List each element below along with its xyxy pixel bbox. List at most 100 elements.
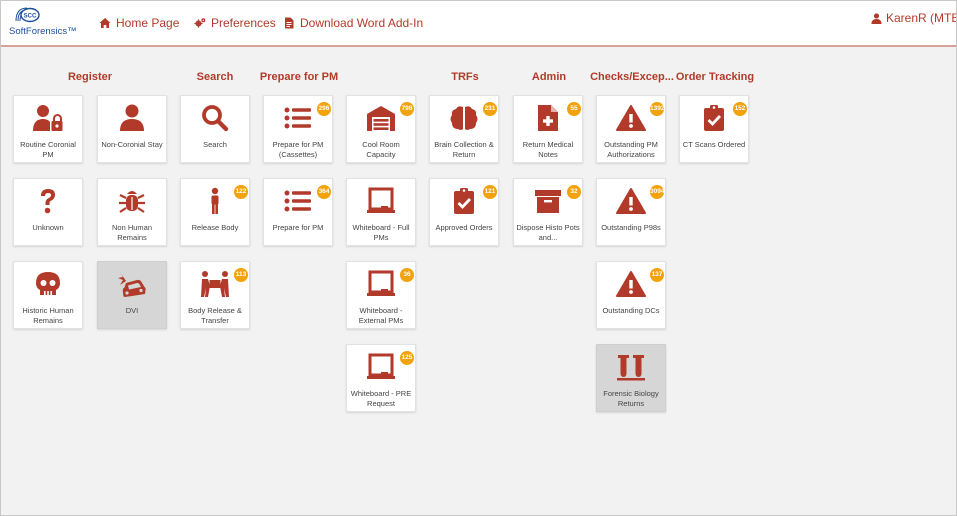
tile-label: DVI bbox=[125, 306, 139, 315]
count-badge: 122 bbox=[234, 185, 248, 199]
count-badge: 231 bbox=[483, 102, 497, 116]
tile-label: Approved Orders bbox=[435, 223, 493, 232]
tile-cool-room-capacity[interactable]: 798 Cool Room Capacity bbox=[346, 95, 416, 163]
warning-icon bbox=[616, 104, 646, 132]
tile-label: Non Human Remains bbox=[111, 223, 153, 242]
car-crash-icon bbox=[117, 270, 147, 298]
tile-body-release-transfer[interactable]: 113 Body Release & Transfer bbox=[180, 261, 250, 329]
tile-outstanding-p98s[interactable]: 3094 Outstanding P98s bbox=[596, 178, 666, 246]
tile-label: Outstanding DCs bbox=[602, 306, 660, 315]
tile-label: Whiteboard - Full PMs bbox=[352, 223, 410, 242]
tile-label: Non-Coronial Stay bbox=[101, 140, 163, 149]
tile-label: Whiteboard - External PMs bbox=[358, 306, 404, 325]
tile-label: Return Medical Notes bbox=[522, 140, 574, 159]
tile-label: Brain Collection & Return bbox=[434, 140, 494, 159]
nav-download-word-addin[interactable]: Download Word Add-In bbox=[283, 16, 423, 30]
nav-preferences[interactable]: Preferences bbox=[194, 16, 276, 30]
tile-unknown[interactable]: Unknown bbox=[13, 178, 83, 246]
file-medical-icon bbox=[533, 104, 563, 132]
count-badge: 296 bbox=[317, 102, 331, 116]
softforensics-logo[interactable]: SCC SoftForensics™ bbox=[9, 5, 79, 41]
tile-label: Forensic Biology Returns bbox=[603, 389, 659, 408]
gears-icon bbox=[194, 18, 206, 28]
tile-release-body[interactable]: 122 Release Body bbox=[180, 178, 250, 246]
nav-download-label: Download Word Add-In bbox=[300, 16, 424, 30]
tile-label: CT Scans Ordered bbox=[682, 140, 746, 149]
count-badge: 113 bbox=[234, 268, 248, 282]
tile-routine-coronial-pm[interactable]: Routine Coronial PM bbox=[13, 95, 83, 163]
warning-icon bbox=[616, 187, 646, 215]
count-badge: 3094 bbox=[650, 185, 664, 199]
tile-outstanding-dcs[interactable]: 137 Outstanding DCs bbox=[596, 261, 666, 329]
tile-brain-collection-return[interactable]: 231 Brain Collection & Return bbox=[429, 95, 499, 163]
tile-historic-human-remains[interactable]: Historic Human Remains bbox=[13, 261, 83, 329]
vials-icon bbox=[616, 353, 646, 381]
list-icon bbox=[283, 104, 313, 132]
home-icon bbox=[99, 18, 111, 28]
search-icon bbox=[200, 104, 230, 132]
tile-non-human-remains[interactable]: Non Human Remains bbox=[97, 178, 167, 246]
tile-label: Routine Coronial PM bbox=[20, 140, 76, 159]
count-badge: 137 bbox=[650, 268, 664, 282]
question-icon bbox=[33, 187, 63, 215]
tile-label: Prepare for PM bbox=[272, 223, 324, 232]
warehouse-icon bbox=[366, 104, 396, 132]
user-name: KarenR (MTECH bbox=[886, 11, 956, 25]
tile-label: Body Release & Transfer bbox=[188, 306, 242, 325]
clipboard-check-icon bbox=[449, 187, 479, 215]
count-badge: 32 bbox=[567, 185, 581, 199]
chalkboard-icon bbox=[366, 270, 396, 298]
user-menu[interactable]: KarenR (MTECH bbox=[871, 11, 956, 25]
clipboard-check-icon bbox=[699, 104, 729, 132]
list-icon bbox=[283, 187, 313, 215]
count-badge: 364 bbox=[317, 185, 331, 199]
svg-text:SCC: SCC bbox=[24, 14, 37, 20]
people-carry-icon bbox=[200, 270, 230, 298]
tile-prepare-for-pm-cassettes[interactable]: 296 Prepare for PM (Cassettes) bbox=[263, 95, 333, 163]
tile-search[interactable]: Search bbox=[180, 95, 250, 163]
tile-non-coronial-stay[interactable]: Non-Coronial Stay bbox=[97, 95, 167, 163]
user-lock-icon bbox=[33, 104, 63, 132]
count-badge: 798 bbox=[400, 102, 414, 116]
tile-ct-scans-ordered[interactable]: 152 CT Scans Ordered bbox=[679, 95, 749, 163]
tile-label: Dispose Histo Pots and... bbox=[516, 223, 580, 242]
dashboard-grid: Register Search Prepare for PM TRFs Admi… bbox=[1, 47, 956, 515]
count-badge: 1392 bbox=[650, 102, 664, 116]
user-icon bbox=[117, 104, 147, 132]
tile-whiteboard-external-pms[interactable]: 36 Whiteboard - External PMs bbox=[346, 261, 416, 329]
nav-home-label: Home Page bbox=[116, 16, 180, 30]
column-header-admin: Admin bbox=[531, 71, 567, 83]
tile-label: Cool Room Capacity bbox=[362, 140, 400, 159]
count-badge: 55 bbox=[567, 102, 581, 116]
chalkboard-icon bbox=[366, 187, 396, 215]
person-icon bbox=[200, 187, 230, 215]
warning-icon bbox=[616, 270, 646, 298]
logo-icon: SCC bbox=[15, 7, 40, 23]
count-badge: 152 bbox=[733, 102, 747, 116]
logo-text: SoftForensics™ bbox=[9, 26, 77, 37]
user-icon bbox=[871, 12, 882, 24]
app-window: SCC SoftForensics™ Home Page Preferences… bbox=[0, 0, 957, 516]
bug-icon bbox=[117, 187, 147, 215]
count-badge: 125 bbox=[400, 351, 414, 365]
tile-dvi[interactable]: DVI bbox=[97, 261, 167, 329]
count-badge: 121 bbox=[483, 185, 497, 199]
column-header-order-tracking: Order Tracking bbox=[675, 71, 755, 83]
document-icon bbox=[285, 17, 294, 29]
tile-approved-orders[interactable]: 121 Approved Orders bbox=[429, 178, 499, 246]
tile-outstanding-pm-authorizations[interactable]: 1392 Outstanding PM Authorizations bbox=[596, 95, 666, 163]
tile-forensic-biology-returns[interactable]: Forensic Biology Returns bbox=[596, 344, 666, 412]
tile-label: Historic Human Remains bbox=[22, 306, 74, 325]
tile-prepare-for-pm[interactable]: 364 Prepare for PM bbox=[263, 178, 333, 246]
column-header-register: Register bbox=[67, 71, 113, 83]
tile-label: Search bbox=[203, 140, 227, 149]
tile-dispose-histo-pots[interactable]: 32 Dispose Histo Pots and... bbox=[513, 178, 583, 246]
archive-icon bbox=[533, 187, 563, 215]
brain-icon bbox=[449, 104, 479, 132]
column-header-trfs: TRFs bbox=[451, 71, 479, 83]
tile-return-medical-notes[interactable]: 55 Return Medical Notes bbox=[513, 95, 583, 163]
tile-whiteboard-pre-request[interactable]: 125 Whiteboard - PRE Request bbox=[346, 344, 416, 412]
nav-preferences-label: Preferences bbox=[211, 16, 276, 30]
nav-home-page[interactable]: Home Page bbox=[99, 16, 179, 30]
tile-whiteboard-full-pms[interactable]: Whiteboard - Full PMs bbox=[346, 178, 416, 246]
